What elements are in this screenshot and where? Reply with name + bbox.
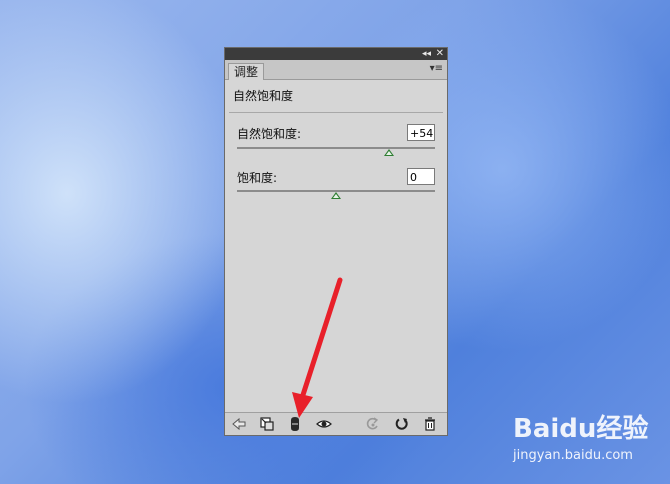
expand-view-icon[interactable] (259, 416, 275, 432)
watermark-brand: Baidu经验 (513, 414, 649, 444)
saturation-label: 饱和度: (237, 171, 278, 185)
panel-tab-row: 调整 ▾≡ (225, 60, 447, 80)
saturation-slider-thumb[interactable] (331, 192, 341, 199)
vibrance-slider-track[interactable] (237, 147, 435, 149)
close-icon[interactable]: ✕ (436, 48, 444, 60)
baidu-watermark: Baidu经验 jingyan.baidu.com (513, 408, 649, 463)
vibrance-slider-thumb[interactable] (384, 149, 395, 156)
panel-menu-icon[interactable]: ▾≡ (430, 63, 443, 75)
previous-state-icon[interactable] (365, 416, 381, 432)
adjustments-panel: ◂◂ ✕ 调整 ▾≡ 自然饱和度 自然饱和度: +54 饱和度: 0 (224, 47, 448, 436)
tab-adjustments[interactable]: 调整 (228, 63, 265, 80)
vibrance-input[interactable]: +54 (407, 124, 435, 141)
reset-icon[interactable] (394, 416, 410, 432)
collapse-icon[interactable]: ◂◂ (422, 48, 431, 60)
vibrance-label: 自然饱和度: (237, 127, 302, 141)
divider (229, 112, 443, 113)
section-title: 自然饱和度 (233, 89, 294, 103)
panel-titlebar: ◂◂ ✕ (225, 48, 447, 60)
trash-icon[interactable] (422, 416, 438, 432)
watermark-url: jingyan.baidu.com (513, 448, 633, 463)
panel-bottom-toolbar (225, 412, 447, 435)
back-arrow-icon[interactable] (231, 416, 247, 432)
clip-to-layer-icon[interactable] (287, 416, 303, 432)
visibility-eye-icon[interactable] (316, 416, 332, 432)
saturation-input[interactable]: 0 (407, 168, 435, 185)
